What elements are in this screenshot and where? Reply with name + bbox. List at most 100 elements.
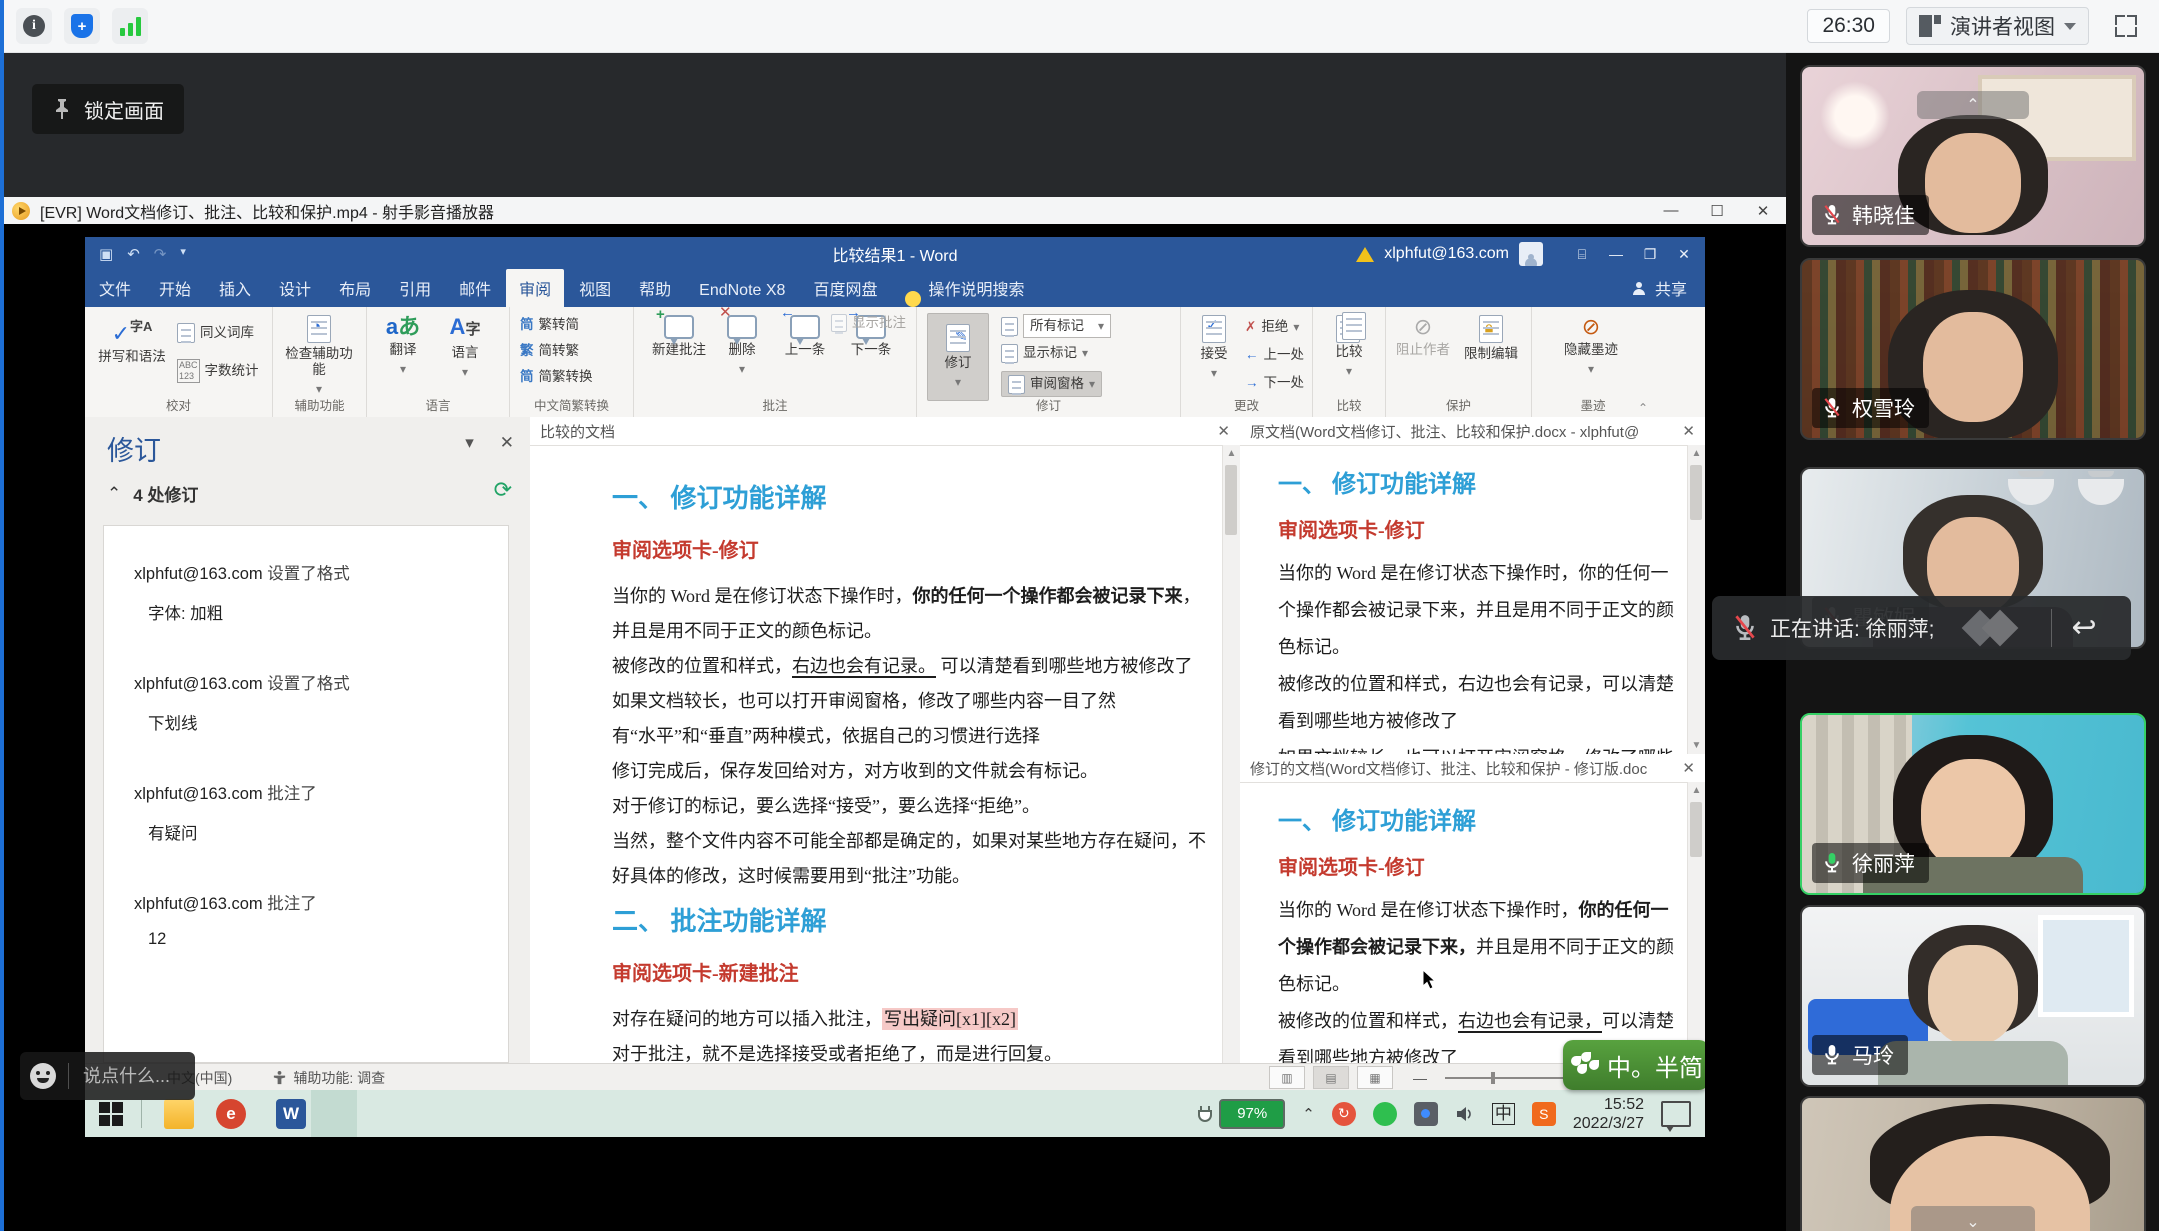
ribbon-display-icon[interactable]: ⌸ bbox=[1565, 246, 1599, 263]
participant-tile[interactable]: 马玲 bbox=[1800, 905, 2146, 1087]
new-comment-button[interactable]: + 新建批注 bbox=[648, 315, 710, 358]
volume-icon[interactable] bbox=[1455, 1105, 1475, 1123]
web-layout-icon[interactable]: ▦ bbox=[1357, 1066, 1393, 1089]
show-markup-dropdown[interactable]: 显示标记▾ bbox=[1001, 343, 1088, 363]
account-avatar[interactable] bbox=[1519, 242, 1543, 266]
tab-review[interactable]: 审阅 bbox=[506, 269, 564, 307]
wechat-icon[interactable] bbox=[1373, 1102, 1397, 1126]
language-button[interactable]: A字 语言▾ bbox=[437, 315, 493, 380]
participant-tile[interactable]: ⌃ 韩晓佳 bbox=[1800, 65, 2146, 247]
tab-file[interactable]: 文件 bbox=[86, 269, 144, 307]
pane-close-icon[interactable]: ✕ bbox=[1209, 422, 1230, 440]
word-restore-button[interactable]: ❐ bbox=[1633, 246, 1667, 263]
pane-close-icon[interactable]: ✕ bbox=[1674, 759, 1695, 777]
tab-home[interactable]: 开始 bbox=[146, 269, 204, 307]
track-changes-button[interactable]: ✎ 修订▾ bbox=[927, 313, 989, 401]
pane-close-icon[interactable]: ✕ bbox=[500, 433, 514, 453]
pane-close-icon[interactable]: ✕ bbox=[1674, 422, 1695, 440]
emoji-button[interactable] bbox=[30, 1063, 56, 1089]
trad-to-simp-button[interactable]: 简繁转简 bbox=[520, 315, 579, 335]
account-email[interactable]: xlphfut@163.com bbox=[1384, 245, 1509, 263]
video-canvas[interactable]: ▣ ↶ ↷ ▾ 比较结果1 - Word xlphfut@163.com ⌸ bbox=[4, 224, 1786, 1231]
restrict-editing-button[interactable]: 🔒︎ 限制编辑 bbox=[1458, 315, 1524, 362]
scrollbar[interactable]: ▲ bbox=[1222, 445, 1240, 1063]
tab-insert[interactable]: 插入 bbox=[206, 269, 264, 307]
scrollbar[interactable]: ▲ bbox=[1687, 782, 1705, 1063]
participant-tile-speaking[interactable]: 徐丽萍 bbox=[1800, 713, 2146, 895]
refresh-icon[interactable]: ⟳ bbox=[494, 477, 512, 503]
word-taskbar-icon[interactable]: W bbox=[276, 1099, 306, 1129]
revision-item[interactable]: xlphfut@163.com 批注了 12 bbox=[134, 890, 508, 949]
reply-arrow-icon[interactable]: ↩ bbox=[2072, 613, 2097, 643]
start-button[interactable] bbox=[99, 1102, 123, 1126]
zoom-out-icon[interactable]: — bbox=[1413, 1070, 1427, 1086]
original-document-body[interactable]: 一、 修订功能详解 审阅选项卡-修订 当你的 Word 是在修订状态下操作时，你… bbox=[1240, 445, 1688, 754]
security-button[interactable]: + bbox=[64, 8, 100, 44]
tab-layout[interactable]: 布局 bbox=[326, 269, 384, 307]
all-markup-dropdown[interactable]: 所有标记▾ bbox=[1001, 314, 1111, 338]
thesaurus-button[interactable]: 同义词库 bbox=[177, 323, 254, 343]
accept-button[interactable]: ✓ 接受▾ bbox=[1187, 315, 1241, 381]
fullscreen-button[interactable] bbox=[2107, 7, 2145, 45]
delete-comment-button[interactable]: ✕ 删除▾ bbox=[716, 315, 768, 377]
screen-record-icon[interactable] bbox=[1414, 1102, 1438, 1126]
print-layout-icon[interactable]: ▤ bbox=[1313, 1066, 1349, 1089]
previous-comment-button[interactable]: ← 上一条 bbox=[774, 315, 836, 358]
check-accessibility-button[interactable]: ◔ 检查辅助功能▾ bbox=[279, 315, 359, 397]
lock-view-button[interactable]: 锁定画面 bbox=[32, 84, 184, 134]
word-count-button[interactable]: ABC123 字数统计 bbox=[177, 359, 259, 383]
previous-change-button[interactable]: ←上一处 bbox=[1245, 345, 1304, 365]
translate-button[interactable]: aあ 翻译▾ bbox=[375, 315, 431, 377]
tab-help[interactable]: 帮助 bbox=[626, 269, 684, 307]
compared-document-body[interactable]: 一、 修订功能详解 审阅选项卡-修订 当你的 Word 是在修订状态下操作时，你… bbox=[530, 445, 1223, 1063]
player-close-button[interactable]: ✕ bbox=[1740, 197, 1786, 224]
qat-caret-icon[interactable]: ▾ bbox=[180, 245, 186, 263]
share-button[interactable]: 共享 bbox=[1631, 276, 1705, 300]
word-close-button[interactable]: ✕ bbox=[1667, 246, 1701, 263]
tab-mailings[interactable]: 邮件 bbox=[446, 269, 504, 307]
player-titlebar[interactable]: [EVR] Word文档修订、批注、比较和保护.mp4 - 射手影音播放器 — … bbox=[4, 197, 1786, 224]
undo-icon[interactable]: ↶ bbox=[127, 245, 140, 263]
file-explorer-icon[interactable] bbox=[164, 1099, 194, 1129]
tab-design[interactable]: 设计 bbox=[266, 269, 324, 307]
tab-references[interactable]: 引用 bbox=[386, 269, 444, 307]
read-mode-icon[interactable]: ▥ bbox=[1269, 1066, 1305, 1089]
browser-app-icon[interactable]: e bbox=[216, 1099, 246, 1129]
tab-baidu-pan[interactable]: 百度网盘 bbox=[800, 269, 890, 307]
revised-document-body[interactable]: 一、 修订功能详解 审阅选项卡-修订 当你的 Word 是在修订状态下操作时，你… bbox=[1240, 782, 1688, 1063]
collapse-chevron-icon[interactable]: ⌃ bbox=[107, 484, 121, 504]
revision-item[interactable]: xlphfut@163.com 批注了 有疑问 bbox=[134, 780, 508, 844]
redo-icon[interactable]: ↷ bbox=[154, 245, 167, 263]
expand-strip-button[interactable]: ⌄ bbox=[1911, 1206, 2035, 1231]
tab-endnote[interactable]: EndNote X8 bbox=[686, 275, 798, 307]
accessibility-status[interactable]: 辅助功能: 调查 bbox=[272, 1068, 385, 1088]
collapse-strip-button[interactable]: ⌃ bbox=[1917, 91, 2029, 119]
zoom-slider[interactable] bbox=[1445, 1077, 1565, 1079]
word-minimize-button[interactable]: — bbox=[1599, 246, 1633, 263]
network-quality-button[interactable] bbox=[112, 8, 148, 44]
action-center-icon[interactable] bbox=[1661, 1101, 1691, 1127]
spelling-grammar-button[interactable]: ✓字A 拼写和语法 bbox=[93, 315, 171, 365]
ime-indicator[interactable]: 中 bbox=[1492, 1103, 1515, 1125]
player-maximize-button[interactable]: ☐ bbox=[1694, 197, 1740, 224]
revision-item[interactable]: xlphfut@163.com 设置了格式 下划线 bbox=[134, 670, 508, 734]
pane-menu-caret-icon[interactable]: ▾ bbox=[465, 433, 474, 453]
participant-tile[interactable]: 权雪玲 bbox=[1800, 258, 2146, 440]
hide-ink-button[interactable]: ⊘ 隐藏墨迹▾ bbox=[1556, 315, 1626, 377]
compare-button[interactable]: 比较▾ bbox=[1321, 315, 1377, 379]
collapse-ribbon-icon[interactable]: ⌃ bbox=[1638, 401, 1648, 415]
simp-to-trad-button[interactable]: 繁简转繁 bbox=[520, 341, 579, 361]
tray-app-icon[interactable]: ↻ bbox=[1332, 1102, 1356, 1126]
participant-tile[interactable]: ⌄ bbox=[1800, 1096, 2146, 1231]
player-minimize-button[interactable]: — bbox=[1648, 197, 1694, 224]
view-mode-dropdown[interactable]: 演讲者视图 bbox=[1906, 7, 2089, 45]
tell-me-search[interactable]: 操作说明搜索 bbox=[928, 269, 1037, 307]
system-clock[interactable]: 15:52 2022/3/27 bbox=[1573, 1095, 1644, 1133]
hidden-icons-chevron[interactable]: ⌃ bbox=[1302, 1105, 1315, 1123]
reviewing-pane-dropdown[interactable]: 审阅窗格▾ bbox=[1001, 371, 1102, 397]
next-change-button[interactable]: →下一处 bbox=[1245, 373, 1304, 393]
save-icon[interactable]: ▣ bbox=[99, 245, 113, 263]
simp-trad-convert-button[interactable]: 简简繁转换 bbox=[520, 367, 593, 387]
scrollbar[interactable]: ▲▼ bbox=[1687, 445, 1705, 754]
meeting-info-button[interactable]: i bbox=[16, 8, 52, 44]
